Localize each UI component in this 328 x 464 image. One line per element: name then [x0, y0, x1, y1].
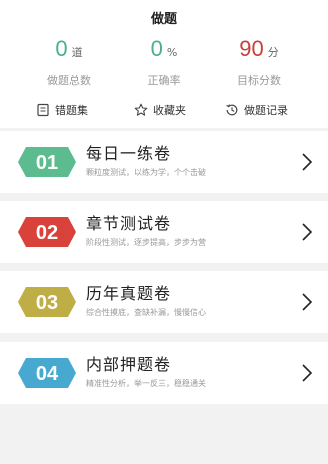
wrong-questions-link[interactable]: 错题集 — [36, 100, 88, 120]
paper-desc: 精准性分析，举一反三，稳稳通关 — [86, 379, 206, 388]
paper-number: 04 — [36, 363, 59, 385]
paper-number: 01 — [36, 152, 58, 174]
stat-target-label: 目标分数 — [237, 74, 281, 87]
paper-title: 每日一练卷 — [86, 144, 172, 163]
stat-total-questions: 0道 做题总数 — [14, 36, 124, 88]
stat-target-unit: 分 — [267, 46, 279, 59]
star-icon — [134, 103, 148, 116]
stat-total-unit: 道 — [71, 46, 83, 59]
page-title: 做题 — [150, 12, 177, 27]
paper-desc: 阶段性测试，逐步提高，步步为营 — [86, 238, 206, 247]
history-icon — [226, 104, 238, 116]
stat-accuracy-value: 0 — [150, 36, 163, 61]
badge-01-icon: 01 — [18, 147, 76, 177]
chevron-right-icon — [302, 364, 312, 382]
paper-desc: 颗粒度测试，以练为学，个个击破 — [86, 168, 206, 177]
badge-03-icon: 03 — [18, 287, 76, 317]
stat-target-score: 90 分 目标分数 — [204, 36, 314, 88]
notebook-icon — [37, 103, 49, 117]
paper-title: 内部押题卷 — [86, 355, 172, 374]
history-label: 做题记录 — [244, 104, 288, 117]
badge-04-icon: 04 — [18, 358, 76, 388]
stat-accuracy-label: 正确率 — [147, 74, 181, 87]
stats-row: 0道 做题总数 0% 正确率 90 分 目标分数 — [0, 36, 328, 92]
paper-desc: 综合性摸底，查缺补漏，慢慢信心 — [86, 308, 206, 317]
paper-number: 02 — [36, 222, 58, 244]
stat-target-value: 90 — [239, 36, 264, 61]
paper-card-chapter[interactable]: 02 章节测试卷 阶段性测试，逐步提高，步步为营 — [0, 201, 328, 263]
stat-total-label: 做题总数 — [47, 74, 91, 87]
chevron-right-icon — [302, 153, 312, 171]
favorites-link[interactable]: 收藏夹 — [134, 100, 186, 120]
quick-links: 错题集 收藏夹 做题记录 — [0, 100, 328, 120]
stat-total-value: 0 — [55, 36, 68, 61]
header-panel: 做题 0道 做题总数 0% 正确率 90 分 目标分数 错题集 收藏夹 做题记录 — [0, 0, 328, 128]
stat-accuracy: 0% 正确率 — [109, 36, 219, 88]
wrong-questions-label: 错题集 — [55, 104, 88, 117]
chevron-right-icon — [302, 293, 312, 311]
paper-title: 章节测试卷 — [86, 214, 172, 233]
favorites-label: 收藏夹 — [153, 104, 186, 117]
badge-02-icon: 02 — [18, 217, 76, 247]
paper-number: 03 — [36, 292, 58, 314]
paper-card-daily[interactable]: 01 每日一练卷 颗粒度测试，以练为学，个个击破 — [0, 131, 328, 193]
stat-accuracy-unit: % — [166, 46, 178, 59]
history-link[interactable]: 做题记录 — [225, 100, 288, 120]
paper-title: 历年真题卷 — [86, 284, 172, 303]
paper-card-internal[interactable]: 04 内部押题卷 精准性分析，举一反三，稳稳通关 — [0, 342, 328, 404]
chevron-right-icon — [302, 223, 312, 241]
paper-card-past-exams[interactable]: 03 历年真题卷 综合性摸底，查缺补漏，慢慢信心 — [0, 271, 328, 333]
